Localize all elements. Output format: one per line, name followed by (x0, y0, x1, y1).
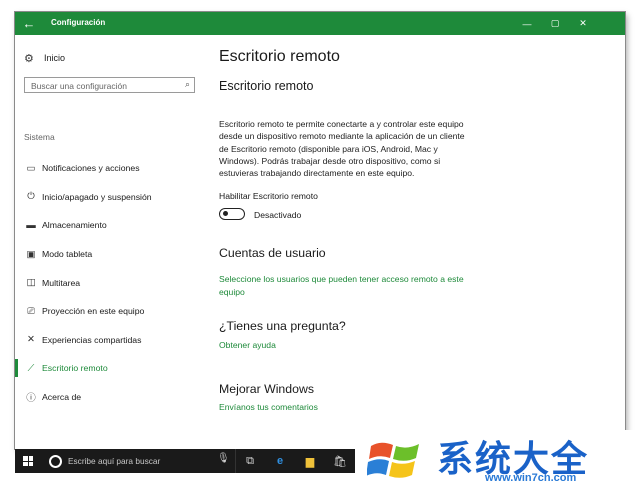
toggle-state: Desactivado (254, 210, 302, 220)
toggle-knob (223, 211, 228, 216)
monitor-icon: ▭ (26, 162, 36, 174)
storage-icon: ▬ (26, 219, 36, 231)
feedback-link[interactable]: Envíanos tus comentarios (219, 401, 318, 414)
search-input[interactable]: Buscar una configuración ⌕ (24, 77, 195, 93)
minimize-button[interactable]: — (513, 12, 541, 35)
sidebar-item-multitarea[interactable]: ◫ Multitarea (15, 268, 207, 297)
shared-icon: ✕ (27, 334, 35, 346)
taskbar-search-input[interactable]: Escribe aquí para buscar (68, 456, 160, 466)
sidebar-item-label: Acerca de (42, 392, 82, 403)
windows-flag-icon (367, 442, 419, 478)
remote-desktop-icon: ⟋ (27, 362, 35, 374)
sidebar-nav: ▭ Notificaciones y acciones ⏻ Inicio/apagad… (15, 154, 207, 411)
cortana-icon[interactable] (49, 455, 62, 468)
windows-start-icon[interactable] (23, 456, 33, 466)
sidebar-item-label: Almacenamiento (42, 220, 107, 231)
projection-icon: ⎚ (27, 305, 35, 317)
sidebar-item-proyección-en-este-equipo[interactable]: ⎚ Proyección en este equipo (15, 297, 207, 326)
sidebar-item-inicio-apagado-y-suspensión[interactable]: ⏻ Inicio/apagado y suspensión (15, 183, 207, 212)
sidebar-item-label: Experiencias compartidas (42, 334, 142, 345)
sidebar-item-almacenamiento[interactable]: ▬ Almacenamiento (15, 211, 207, 240)
section-subtitle: Escritorio remoto (219, 79, 314, 93)
help-link[interactable]: Obtener ayuda (219, 339, 276, 352)
edge-browser-icon[interactable]: e (271, 452, 289, 470)
main-content: Escritorio remoto Escritorio remoto Escr… (219, 35, 615, 449)
watermark-url: www.win7cn.com (485, 472, 577, 484)
file-explorer-icon[interactable]: ▆ (301, 452, 319, 470)
close-button[interactable]: ✕ (569, 12, 597, 35)
sidebar-item-notificaciones-y-acciones[interactable]: ▭ Notificaciones y acciones (15, 154, 207, 183)
microphone-icon[interactable]: 🎙 (217, 453, 230, 464)
sidebar: ⚙ Inicio Buscar una configuración ⌕ Sist… (15, 35, 207, 449)
maximize-button[interactable]: ▢ (541, 12, 569, 35)
sidebar-item-label: Inicio/apagado y suspensión (42, 191, 152, 202)
sidebar-item-acerca-de[interactable]: ⓘ Acerca de (15, 383, 207, 412)
watermark-logo: 系统大全 www.win7cn.com (355, 430, 640, 488)
sidebar-home[interactable]: ⚙ Inicio (24, 51, 65, 65)
sidebar-item-label: Proyección en este equipo (42, 306, 145, 317)
settings-window: ← Configuración — ▢ ✕ ⚙ Inicio Buscar un… (15, 12, 625, 449)
question-heading: ¿Tienes una pregunta? (219, 319, 346, 333)
tablet-icon: ▣ (26, 248, 36, 260)
toggle-label: Habilitar Escritorio remoto (219, 191, 318, 201)
improve-heading: Mejorar Windows (219, 382, 314, 396)
sidebar-item-label: Modo tableta (42, 249, 93, 260)
description-text: Escritorio remoto te permite conectarte … (219, 119, 465, 179)
info-icon: ⓘ (26, 393, 36, 405)
sidebar-item-label: Notificaciones y acciones (42, 163, 140, 174)
section-label: Sistema (24, 132, 55, 142)
back-arrow-icon[interactable]: ← (15, 12, 43, 35)
search-icon[interactable]: ⌕ (185, 79, 190, 90)
page-title: Escritorio remoto (219, 48, 340, 65)
taskbar-divider (235, 449, 236, 473)
home-label: Inicio (44, 53, 66, 63)
search-placeholder: Buscar una configuración (31, 81, 127, 91)
sidebar-item-escritorio-remoto[interactable]: ⟋ Escritorio remoto (15, 354, 207, 383)
task-view-icon[interactable]: ⧉ (241, 452, 259, 470)
power-icon: ⏻ (27, 191, 35, 203)
remote-desktop-toggle[interactable] (219, 208, 245, 220)
accounts-heading: Cuentas de usuario (219, 246, 326, 260)
sidebar-item-experiencias-compartidas[interactable]: ✕ Experiencias compartidas (15, 326, 207, 355)
sidebar-item-modo-tableta[interactable]: ▣ Modo tableta (15, 240, 207, 269)
window-title: Configuración (51, 18, 106, 27)
store-icon[interactable]: 🛍 (331, 452, 349, 470)
multitask-icon: ◫ (26, 277, 36, 289)
sidebar-item-label: Multitarea (42, 277, 81, 288)
sidebar-item-label: Escritorio remoto (42, 363, 108, 374)
accounts-link[interactable]: Seleccione los usuarios que pueden tener… (219, 273, 479, 298)
gear-icon: ⚙ (24, 52, 34, 65)
title-bar: ← Configuración — ▢ ✕ (15, 12, 625, 35)
